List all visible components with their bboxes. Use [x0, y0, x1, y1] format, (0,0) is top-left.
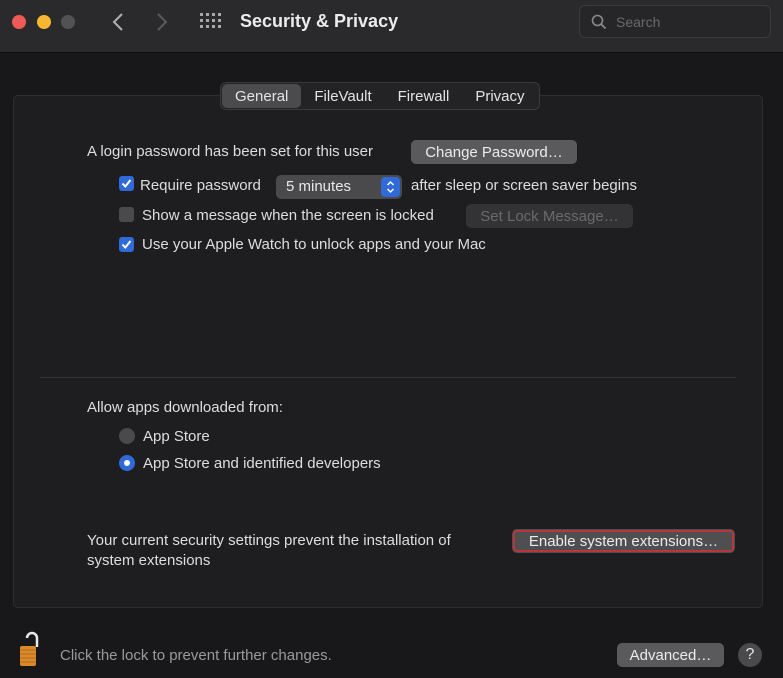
tab-general[interactable]: General: [222, 84, 302, 108]
tab-firewall[interactable]: Firewall: [385, 84, 463, 108]
require-password-suffix: after sleep or screen saver begins: [411, 177, 637, 194]
checkmark-icon: [121, 240, 132, 250]
radio-app-store-identified-label: App Store and identified developers: [143, 455, 381, 472]
password-interval-value: 5 minutes: [286, 178, 352, 195]
lock-status-text: Click the lock to prevent further change…: [60, 647, 332, 664]
forward-button[interactable]: [152, 9, 172, 35]
unlocked-padlock-icon[interactable]: [18, 630, 46, 668]
extensions-message-line2: system extensions: [87, 552, 211, 569]
advanced-button[interactable]: Advanced…: [617, 643, 724, 667]
require-password-checkbox[interactable]: [119, 176, 134, 191]
show-all-grid-icon[interactable]: [200, 13, 222, 31]
tab-bar: General FileVault Firewall Privacy: [220, 82, 540, 110]
search-field[interactable]: [579, 5, 771, 38]
section-divider: [40, 377, 736, 378]
minimize-window-button[interactable]: [37, 15, 51, 29]
set-lock-message-button[interactable]: Set Lock Message…: [466, 204, 633, 228]
search-input[interactable]: [616, 12, 756, 32]
close-window-button[interactable]: [12, 15, 26, 29]
enable-system-extensions-button[interactable]: Enable system extensions…: [512, 529, 735, 553]
show-message-checkbox[interactable]: [119, 207, 134, 222]
chevron-left-icon: [112, 13, 123, 31]
radio-app-store-label: App Store: [143, 428, 210, 445]
change-password-button[interactable]: Change Password…: [411, 140, 577, 164]
apple-watch-label: Use your Apple Watch to unlock apps and …: [142, 236, 486, 253]
search-icon: [591, 14, 607, 30]
radio-app-store[interactable]: [119, 428, 135, 444]
title-bar: Security & Privacy: [0, 0, 783, 53]
zoom-window-button[interactable]: [61, 15, 75, 29]
checkmark-icon: [121, 179, 132, 189]
extensions-message-line1: Your current security settings prevent t…: [87, 532, 451, 549]
updown-chevron-icon: [381, 177, 400, 197]
window-title: Security & Privacy: [240, 11, 399, 31]
apple-watch-checkbox[interactable]: [119, 237, 134, 252]
back-button[interactable]: [108, 9, 128, 35]
allow-apps-label: Allow apps downloaded from:: [87, 399, 283, 416]
tab-filevault[interactable]: FileVault: [301, 84, 384, 108]
radio-app-store-identified[interactable]: [119, 455, 135, 471]
password-interval-select[interactable]: 5 minutes: [276, 175, 402, 199]
chevron-right-icon: [157, 13, 168, 31]
tab-privacy[interactable]: Privacy: [462, 84, 537, 108]
login-password-label: A login password has been set for this u…: [87, 143, 373, 160]
require-password-label: Require password: [140, 177, 261, 194]
show-message-label: Show a message when the screen is locked: [142, 207, 434, 224]
help-button[interactable]: ?: [738, 643, 762, 667]
